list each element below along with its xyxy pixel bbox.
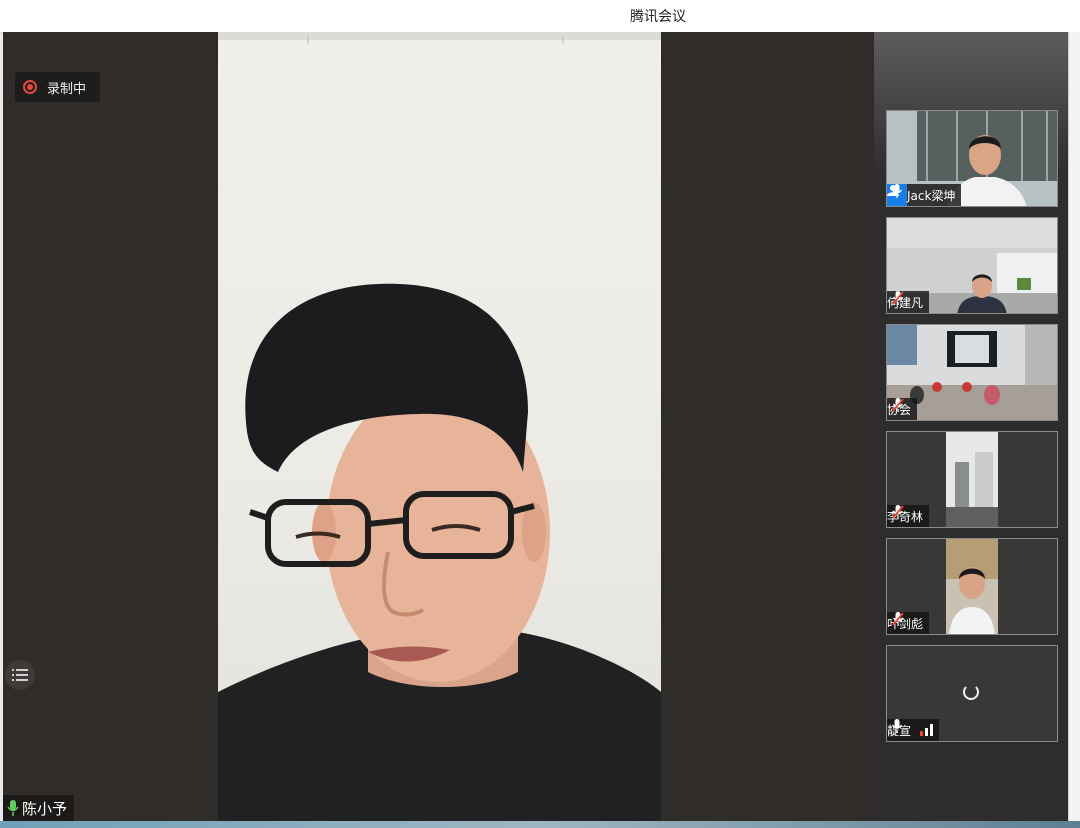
participant-tile[interactable]: 靛宣: [886, 645, 1058, 742]
main-video-feed: [218, 32, 661, 821]
participant-label: 何建凡: [887, 291, 930, 313]
participant-name: Jack梁坤: [907, 188, 956, 203]
main-video[interactable]: [218, 32, 661, 821]
desktop-strip: [0, 821, 1080, 828]
mic-active-icon: [7, 800, 19, 816]
list-icon: [12, 669, 28, 681]
participant-tile[interactable]: 李奇林: [886, 431, 1058, 528]
participant-label: 李奇林: [887, 505, 930, 527]
window-titlebar: 腾讯会议: [0, 0, 1080, 33]
mic-muted-icon: [892, 398, 904, 412]
participant-tile[interactable]: 何建凡: [886, 217, 1058, 314]
mic-muted-icon: [892, 291, 904, 305]
main-speaker-name: 陈小予: [22, 799, 68, 818]
participant-sidebar: Jack梁坤 何建凡 协会 李奇林 叶剑彪 靛宣: [874, 32, 1068, 821]
mic-muted-icon: [892, 612, 904, 626]
participant-label: 协会: [887, 398, 918, 420]
participant-label: Jack梁坤: [887, 184, 962, 206]
participant-label: 靛宣: [887, 719, 940, 741]
participant-tile[interactable]: 叶剑彪: [886, 538, 1058, 635]
main-speaker-label: 陈小予: [3, 795, 75, 821]
loading-spinner-icon: [963, 684, 979, 700]
record-icon: [23, 80, 37, 94]
mic-icon: [892, 184, 902, 198]
participant-tile[interactable]: Jack梁坤: [886, 110, 1058, 207]
participant-list-button[interactable]: [5, 660, 35, 690]
recording-indicator[interactable]: 录制中: [15, 72, 100, 102]
participant-label: 叶剑彪: [887, 612, 930, 634]
recording-label: 录制中: [47, 81, 87, 97]
signal-strength-icon: [920, 724, 934, 736]
meeting-area: 录制中 陈小予 Jack梁坤 何建凡 协会 李奇林 叶剑彪 靛宣: [3, 32, 1068, 821]
mic-icon: [892, 719, 902, 733]
window-right-edge: [1068, 32, 1080, 821]
window-title: 腾讯会议: [630, 9, 686, 25]
mic-muted-icon: [892, 505, 904, 519]
participant-tile[interactable]: 协会: [886, 324, 1058, 421]
